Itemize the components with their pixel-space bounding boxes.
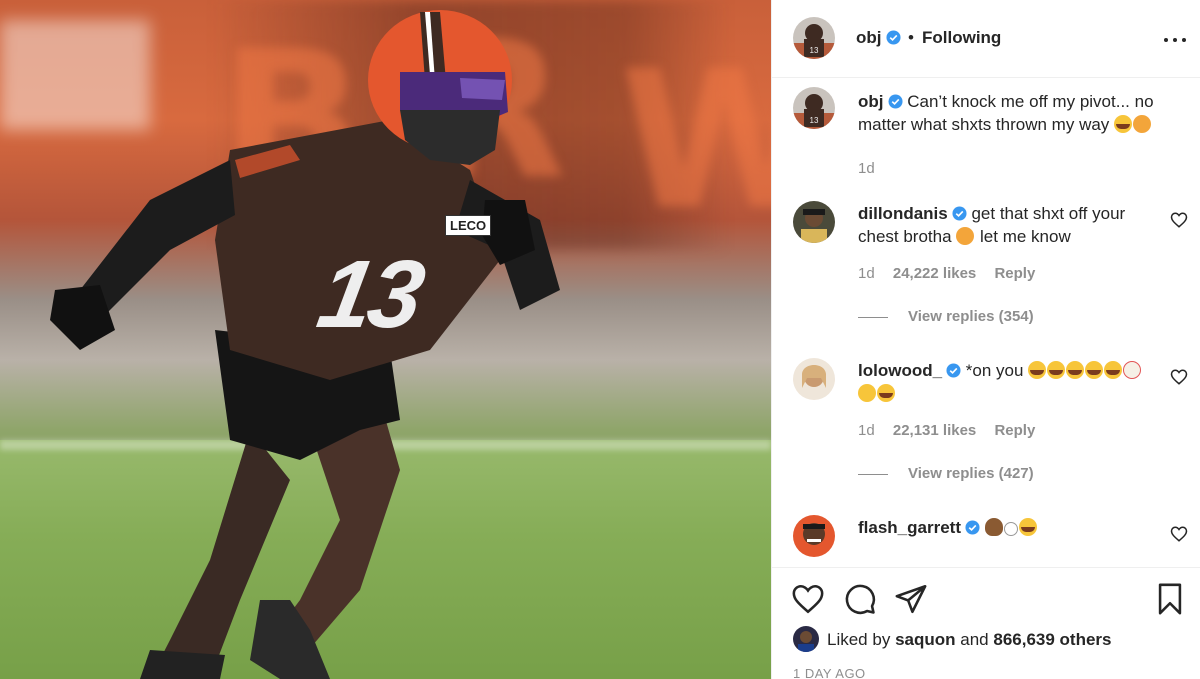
tears-of-joy-emoji-icon	[1066, 361, 1085, 379]
tears-of-joy-emoji-icon	[1028, 361, 1047, 379]
share-icon[interactable]	[894, 582, 928, 616]
reply-button[interactable]: Reply	[994, 265, 1035, 282]
view-replies-line	[858, 473, 888, 475]
post-sidebar: 13 obj • Following 13 obj Can’t knock me…	[771, 0, 1200, 679]
comment-body-continued: let me know	[980, 227, 1071, 246]
huffing-face-emoji-icon	[1133, 115, 1152, 133]
caption-meta: 1d	[858, 160, 889, 177]
avatar[interactable]: 13	[793, 87, 835, 129]
view-replies-button[interactable]: View replies (427)	[858, 465, 1034, 482]
header-separator: •	[908, 28, 914, 47]
pile-of-poo-emoji-icon	[984, 518, 1003, 536]
comment-username[interactable]: dillondanis	[858, 204, 948, 223]
comment-username[interactable]: flash_garrett	[858, 518, 961, 537]
post-header: 13 obj • Following	[772, 0, 1200, 78]
verified-badge-icon	[885, 30, 901, 45]
post-actions: Liked by saquon and 866,639 others 1 DAY…	[772, 567, 1200, 679]
comment-time: 1d	[858, 265, 875, 282]
liked-by-user[interactable]: saquon	[895, 630, 955, 649]
caption-text: obj Can’t knock me off my pivot... no ma…	[858, 90, 1158, 136]
post-photo[interactable]: B R W 13 LECO	[0, 0, 771, 679]
verified-badge-icon	[952, 206, 967, 221]
comment-text: dillondanis get that shxt off your chest…	[858, 202, 1158, 248]
liked-by-summary[interactable]: Liked by saquon and 866,639 others	[793, 626, 1112, 652]
bookmark-icon[interactable]	[1153, 582, 1187, 616]
avatar[interactable]: 13	[793, 17, 835, 59]
clown-face-emoji-icon	[1123, 361, 1142, 379]
eyes-emoji-icon	[1003, 522, 1018, 536]
comment-text: flash_garrett	[858, 516, 1158, 539]
liked-by-and: and	[960, 630, 989, 649]
comment-likes-count[interactable]: 24,222 likes	[893, 265, 976, 282]
huffing-face-emoji-icon	[956, 227, 975, 245]
jersey-number: 13	[310, 241, 429, 348]
comment-meta: 1d 24,222 likes Reply	[858, 265, 1049, 282]
following-button[interactable]: Following	[922, 28, 1001, 48]
header-username[interactable]: obj	[856, 28, 901, 48]
svg-text:13: 13	[810, 46, 819, 55]
comment-body: *on you	[965, 361, 1024, 380]
post-timestamp: 1 DAY AGO	[793, 666, 866, 679]
comment-like-heart-icon[interactable]	[1170, 368, 1188, 386]
tears-of-joy-emoji-icon	[1047, 361, 1066, 379]
comments-list[interactable]: 13 obj Can’t knock me off my pivot... no…	[772, 79, 1200, 567]
caption-time: 1d	[858, 160, 875, 177]
flushed-face-emoji-icon	[858, 384, 876, 402]
comment-likes-count[interactable]: 22,131 likes	[893, 422, 976, 439]
tears-of-joy-emoji-icon	[1104, 361, 1123, 379]
comment-username[interactable]: lolowood_	[858, 361, 942, 380]
comment-like-heart-icon[interactable]	[1170, 525, 1188, 543]
svg-text:13: 13	[810, 116, 819, 125]
comment-text: lolowood_ *on you	[858, 359, 1158, 405]
avatar[interactable]	[793, 201, 835, 243]
liked-by-prefix: Liked by	[827, 630, 891, 649]
tears-of-joy-emoji-icon	[1114, 115, 1133, 133]
comment-icon[interactable]	[843, 582, 877, 616]
tears-of-joy-emoji-icon	[1085, 361, 1104, 379]
verified-badge-icon	[887, 94, 903, 109]
caption-username[interactable]: obj	[858, 92, 884, 111]
caption-body: Can’t knock me off my pivot... no matter…	[858, 92, 1154, 134]
view-replies-button[interactable]: View replies (354)	[858, 308, 1034, 325]
tears-of-joy-emoji-icon	[1018, 518, 1037, 536]
avatar[interactable]	[793, 515, 835, 557]
comment-meta: 1d 22,131 likes Reply	[858, 422, 1049, 439]
verified-badge-icon	[946, 363, 961, 378]
view-replies-line	[858, 316, 888, 318]
reply-button[interactable]: Reply	[994, 422, 1035, 439]
heart-icon[interactable]	[791, 582, 825, 616]
comment-like-heart-icon[interactable]	[1170, 211, 1188, 229]
likes-count[interactable]: 866,639 others	[993, 630, 1111, 649]
avatar[interactable]	[793, 358, 835, 400]
verified-badge-icon	[965, 520, 980, 535]
jersey-patch: LECO	[445, 215, 492, 236]
more-icon[interactable]	[1162, 28, 1190, 50]
comment-time: 1d	[858, 422, 875, 439]
liker-avatar[interactable]	[793, 626, 819, 652]
loudly-crying-emoji-icon	[877, 384, 895, 402]
